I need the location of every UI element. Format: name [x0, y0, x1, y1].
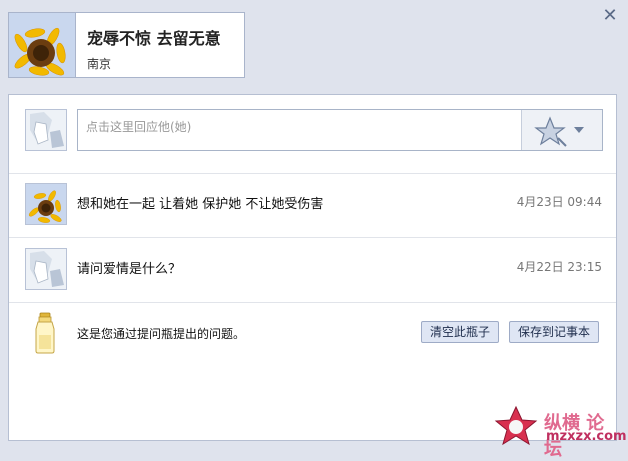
- clear-bottle-button[interactable]: 清空此瓶子: [421, 321, 500, 343]
- bottle-info: 这是您通过提问瓶提出的问题。: [77, 327, 246, 341]
- profile-city: 南京: [87, 57, 112, 71]
- save-to-notebook-button[interactable]: 保存到记事本: [509, 321, 600, 343]
- bottle-row: 这是您通过提问瓶提出的问题。 清空此瓶子 保存到记事本: [9, 303, 616, 363]
- profile-name: 宠辱不惊 去留无意: [87, 29, 221, 48]
- avatar: [25, 248, 67, 290]
- message-time: 4月22日 23:15: [516, 260, 602, 274]
- watermark-domain: mzxzx.com: [546, 429, 627, 444]
- avatar: [25, 183, 67, 225]
- message-panel: 点击这里回应他(她) 想和她在一起 让着她 保护她 不让她受伤害 4月23日 0…: [8, 94, 617, 441]
- reply-row: 点击这里回应他(她): [9, 95, 616, 174]
- star-wand-icon: [534, 116, 567, 147]
- star-logo-icon: [494, 405, 538, 446]
- message-text: 想和她在一起 让着她 保护她 不让她受伤害: [77, 197, 324, 212]
- message-time: 4月23日 09:44: [516, 195, 602, 209]
- profile-card: 宠辱不惊 去留无意 南京: [8, 12, 245, 78]
- message-text: 请问爱情是什么？: [77, 262, 182, 277]
- list-item: 请问爱情是什么？ 4月22日 23:15: [9, 238, 616, 303]
- chevron-down-icon: [574, 127, 584, 133]
- avatar: [25, 109, 67, 151]
- reply-placeholder: 点击这里回应他(她): [86, 120, 192, 134]
- watermark: 纵横 论坛 mzxzx.com: [492, 405, 627, 460]
- reply-input[interactable]: 点击这里回应他(她): [77, 109, 603, 151]
- emoji-button[interactable]: [521, 110, 602, 150]
- avatar: [9, 13, 76, 77]
- list-item: 想和她在一起 让着她 保护她 不让她受伤害 4月23日 09:44: [9, 173, 616, 238]
- bottle-icon: [33, 311, 57, 355]
- close-icon[interactable]: ✕: [602, 7, 618, 25]
